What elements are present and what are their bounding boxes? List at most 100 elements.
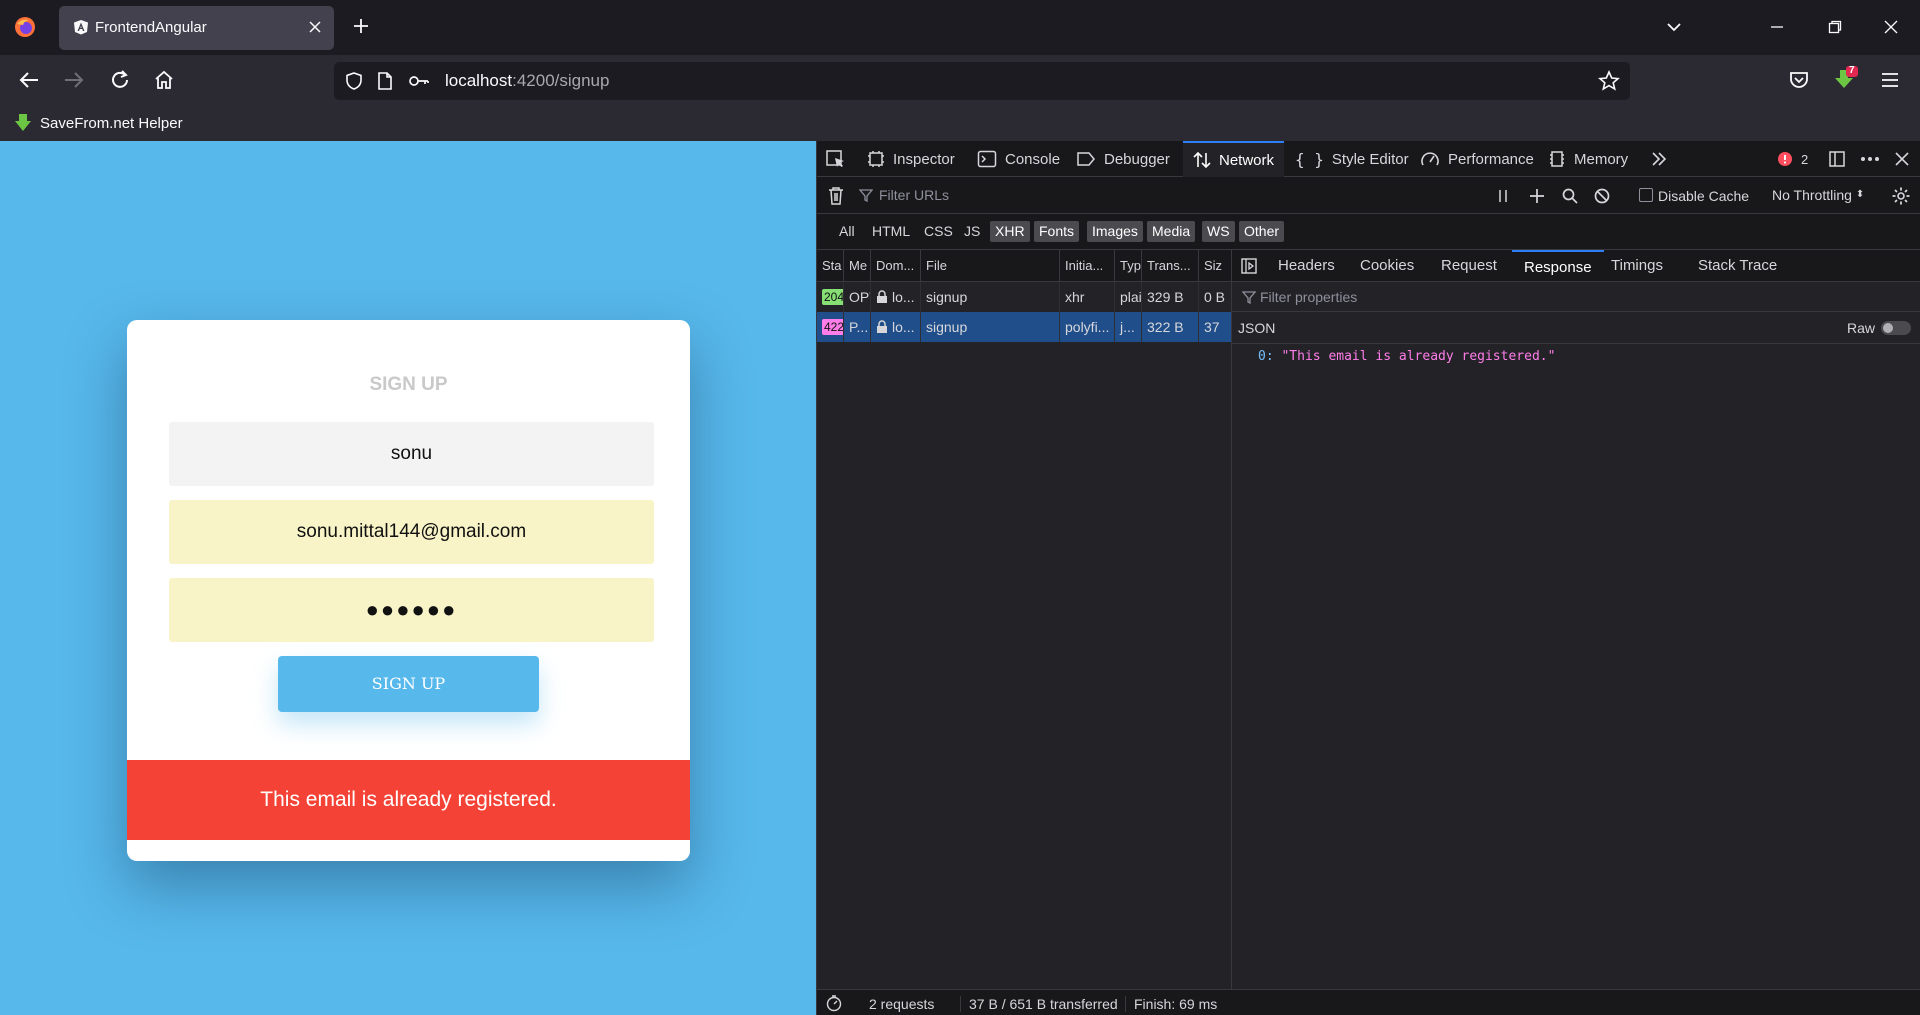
add-blocking-icon[interactable] (1528, 187, 1546, 205)
filter-properties-bar: Filter properties (1232, 282, 1920, 312)
page-info-icon[interactable] (376, 71, 394, 91)
col-file[interactable]: File (921, 250, 1060, 281)
filter-xhr[interactable]: XHR (990, 221, 1030, 242)
options-icon[interactable] (1859, 141, 1881, 177)
more-tools-icon[interactable] (1650, 141, 1668, 177)
col-status[interactable]: Sta (817, 250, 844, 281)
element-picker-icon[interactable] (825, 141, 847, 177)
filter-properties-input[interactable]: Filter properties (1260, 289, 1357, 305)
close-devtools-icon[interactable] (1893, 141, 1911, 177)
search-icon[interactable] (1561, 187, 1579, 205)
new-tab-icon[interactable] (352, 17, 370, 35)
row-domain: lo... (871, 282, 921, 312)
tab-title: FrontendAngular (95, 19, 207, 36)
signup-button[interactable]: SIGN UP (278, 656, 539, 712)
url-path: :4200/signup (512, 71, 610, 90)
firefox-menu-icon[interactable] (14, 16, 36, 38)
row-type: plai (1115, 282, 1142, 312)
filter-all[interactable]: All (834, 221, 860, 242)
network-toolbar: Filter URLs Disable Cache No Throttling … (817, 177, 1920, 214)
pause-icon[interactable] (1496, 188, 1510, 204)
network-settings-gear-icon[interactable] (1891, 186, 1911, 206)
url-bar[interactable]: localhost:4200/signup (334, 62, 1630, 100)
row-initiator: xhr (1060, 282, 1115, 312)
forward-icon[interactable] (63, 70, 85, 90)
tab-console[interactable]: Console (977, 141, 1060, 177)
filter-other[interactable]: Other (1239, 221, 1285, 242)
key-icon[interactable] (408, 72, 430, 90)
status-badge: 204 (822, 289, 843, 305)
tab-memory[interactable]: Memory (1548, 141, 1628, 177)
filter-ws[interactable]: WS (1202, 221, 1235, 242)
col-type[interactable]: Typ (1115, 250, 1142, 281)
error-banner: This email is already registered. (127, 760, 690, 840)
restore-icon[interactable] (1826, 18, 1844, 36)
filter-js[interactable]: JS (959, 221, 985, 242)
json-response-row[interactable]: 0: "This email is already registered." (1258, 349, 1555, 364)
tab-network[interactable]: Network (1183, 141, 1285, 177)
filter-images[interactable]: Images (1087, 221, 1143, 242)
inspector-icon (867, 150, 885, 168)
block-icon[interactable] (1593, 187, 1611, 205)
home-icon[interactable] (153, 69, 175, 91)
tab-inspector[interactable]: Inspector (867, 141, 955, 177)
disable-cache-checkbox[interactable] (1639, 188, 1653, 202)
json-header: JSON Raw (1232, 312, 1920, 344)
row-file: signup (921, 312, 1060, 342)
tab-headers[interactable]: Headers (1278, 250, 1335, 282)
summary-transferred: 37 B / 651 B transferred (960, 996, 1118, 1012)
tab-response[interactable]: Response (1512, 250, 1604, 282)
tab-stack-trace[interactable]: Stack Trace (1698, 250, 1777, 282)
toggle-sidebar-icon[interactable] (1240, 257, 1258, 275)
table-row-selected[interactable]: 422 P... lo... signup polyfi... j... 322… (817, 312, 1231, 342)
bookmark-star-icon[interactable] (1598, 70, 1620, 92)
error-count[interactable]: 2 (1777, 141, 1808, 177)
reload-icon[interactable] (109, 69, 131, 91)
url-text[interactable]: localhost:4200/signup (445, 71, 609, 91)
tracking-protection-shield-icon[interactable] (344, 71, 364, 91)
stopwatch-icon[interactable] (825, 994, 843, 1012)
row-size: 37 (1204, 319, 1220, 335)
row-domain: lo... (871, 312, 921, 342)
col-size[interactable]: Siz (1199, 250, 1232, 281)
back-icon[interactable] (18, 70, 40, 90)
filter-urls-input[interactable]: Filter URLs (879, 187, 1299, 203)
name-field[interactable]: sonu (169, 422, 654, 486)
clear-trash-icon[interactable] (827, 186, 845, 206)
tab-memory-label: Memory (1574, 150, 1629, 168)
col-transferred[interactable]: Trans... (1142, 250, 1199, 281)
tab-timings[interactable]: Timings (1611, 250, 1663, 282)
bookmark-savefrom[interactable]: SaveFrom.net Helper (14, 111, 183, 135)
filter-html[interactable]: HTML (867, 221, 915, 242)
tab-cookies[interactable]: Cookies (1360, 250, 1414, 282)
tab-performance[interactable]: Performance (1420, 141, 1534, 177)
col-method[interactable]: Me (844, 250, 871, 281)
email-field[interactable]: sonu.mittal144@gmail.com (169, 500, 654, 564)
network-summary-bar: 2 requests 37 B / 651 B transferred Fini… (817, 989, 1920, 1015)
col-initiator[interactable]: Initia... (1060, 250, 1115, 281)
dock-side-icon[interactable] (1827, 141, 1847, 177)
close-window-icon[interactable] (1882, 18, 1900, 36)
browser-tab[interactable]: FrontendAngular (59, 6, 334, 50)
filter-fonts[interactable]: Fonts (1034, 221, 1080, 242)
throttling-select[interactable]: No Throttling ⬍ (1772, 187, 1864, 203)
savefrom-download-icon[interactable]: 7 (1832, 65, 1858, 92)
raw-toggle[interactable] (1881, 321, 1911, 335)
app-menu-icon[interactable] (1880, 71, 1900, 89)
row-file: signup (921, 282, 1060, 312)
filter-css[interactable]: CSS (919, 221, 958, 242)
tab-style-editor[interactable]: { } Style Editor (1295, 141, 1409, 177)
row-domain-label: lo... (892, 319, 915, 335)
pocket-icon[interactable] (1788, 70, 1810, 90)
row-transferred: 322 B (1142, 312, 1199, 342)
tab-request[interactable]: Request (1441, 250, 1497, 282)
status-badge: 422 (822, 319, 843, 335)
table-row[interactable]: 204 OPT lo... signup xhr plai 329 B 0 B (817, 282, 1231, 312)
filter-media[interactable]: Media (1147, 221, 1196, 242)
close-tab-icon[interactable] (306, 18, 324, 36)
minimize-icon[interactable] (1768, 18, 1786, 36)
tab-debugger[interactable]: Debugger (1076, 141, 1170, 177)
col-domain[interactable]: Dom... (871, 250, 921, 281)
password-field[interactable]: ●●●●●● (169, 578, 654, 642)
list-tabs-icon[interactable] (1665, 18, 1683, 36)
